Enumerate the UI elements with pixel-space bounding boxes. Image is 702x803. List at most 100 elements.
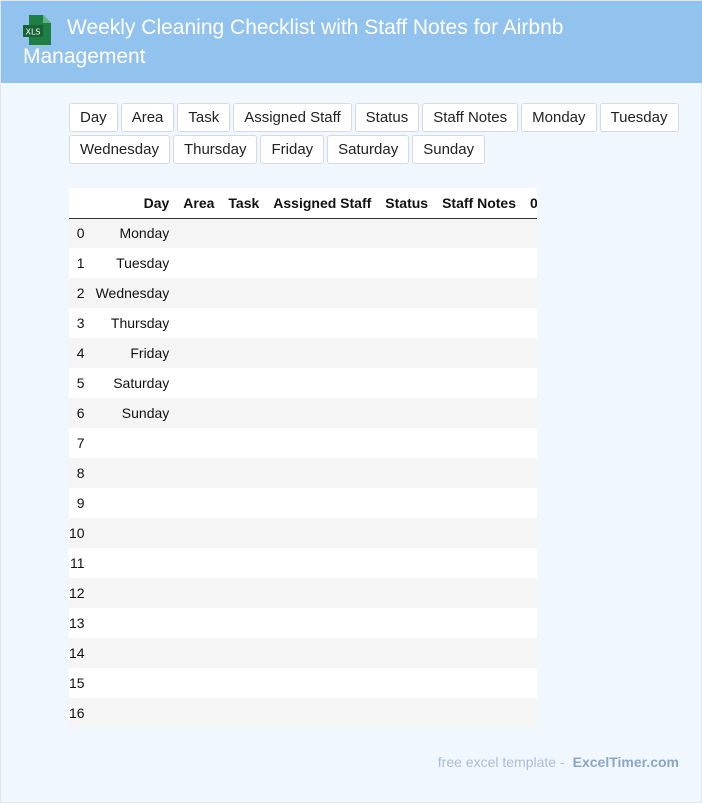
table-cell bbox=[378, 368, 435, 398]
table-row: 1 Tuesday bbox=[69, 248, 537, 278]
table-cell bbox=[89, 488, 177, 518]
column-chip[interactable]: Area bbox=[120, 103, 175, 132]
table-cell bbox=[378, 278, 435, 308]
table-cell bbox=[221, 488, 266, 518]
table-cell bbox=[435, 308, 523, 338]
row-index: 1 bbox=[69, 248, 89, 278]
table-cell bbox=[89, 638, 177, 668]
row-index-label: 15 bbox=[69, 675, 85, 691]
table-cell bbox=[523, 608, 537, 638]
row-index-label: 3 bbox=[76, 315, 85, 331]
table-cell bbox=[435, 248, 523, 278]
table-cell bbox=[266, 488, 378, 518]
table-row: 10 bbox=[69, 518, 537, 548]
table-cell bbox=[378, 428, 435, 458]
table-cell bbox=[221, 308, 266, 338]
table-cell bbox=[435, 638, 523, 668]
table-cell bbox=[378, 458, 435, 488]
data-table: Day Area Task Assigned Staff Status Staff Not… bbox=[69, 188, 537, 728]
row-index: 16 bbox=[69, 698, 89, 728]
table-cell bbox=[221, 458, 266, 488]
row-index: 12 bbox=[69, 578, 89, 608]
column-chip[interactable]: Tuesday bbox=[599, 103, 679, 132]
row-index-label: 10 bbox=[69, 525, 85, 541]
table-cell bbox=[523, 518, 537, 548]
row-index-label: 16 bbox=[69, 705, 85, 721]
column-chip[interactable]: Task bbox=[177, 103, 231, 132]
row-index-label: 4 bbox=[76, 345, 85, 361]
table-row: 3 Thursday bbox=[69, 308, 537, 338]
table-cell bbox=[266, 578, 378, 608]
table-cell bbox=[435, 398, 523, 428]
table-cell bbox=[435, 278, 523, 308]
table-cell: Sunday bbox=[121, 405, 170, 421]
row-index-label: 11 bbox=[70, 555, 85, 571]
column-chip[interactable]: Status bbox=[354, 103, 420, 132]
column-chip[interactable]: Sunday bbox=[412, 135, 486, 164]
table-cell bbox=[176, 308, 221, 338]
column-chip[interactable]: Thursday bbox=[172, 135, 258, 164]
column-chip[interactable]: Assigned Staff bbox=[233, 103, 352, 132]
table-cell bbox=[89, 428, 177, 458]
table-cell bbox=[221, 698, 266, 728]
table-cell bbox=[221, 368, 266, 398]
row-index-label: 2 bbox=[76, 285, 85, 301]
table-cell: Monday bbox=[119, 225, 170, 242]
table-cell bbox=[435, 548, 523, 578]
table-cell bbox=[435, 518, 523, 548]
table-cell bbox=[378, 488, 435, 518]
column-chip[interactable]: Monday bbox=[521, 103, 597, 132]
table-cell bbox=[176, 548, 221, 578]
row-index-label: 7 bbox=[76, 435, 85, 451]
table-cell bbox=[523, 638, 537, 668]
table-cell bbox=[266, 338, 378, 368]
table-cell: Tuesday bbox=[116, 255, 170, 271]
table-cell bbox=[176, 608, 221, 638]
table-cell bbox=[221, 518, 266, 548]
table-cell bbox=[435, 698, 523, 728]
table-cell bbox=[176, 368, 221, 398]
table-row: 14 bbox=[69, 638, 537, 668]
table-cell bbox=[266, 278, 378, 308]
table-cell bbox=[221, 548, 266, 578]
table-cell bbox=[523, 668, 537, 698]
table-cell bbox=[523, 698, 537, 728]
table-cell bbox=[221, 278, 266, 308]
table-cell: Saturday bbox=[113, 375, 170, 391]
table-row: 15 bbox=[69, 668, 537, 698]
table-cell bbox=[221, 338, 266, 368]
table-cell bbox=[523, 368, 537, 398]
column-chip[interactable]: Friday bbox=[260, 135, 325, 164]
column-chip[interactable]: Wednesday bbox=[69, 135, 170, 164]
row-index: 13 bbox=[69, 608, 89, 638]
footer-brand-link[interactable]: ExcelTimer.com bbox=[573, 754, 679, 770]
row-index: 10 bbox=[69, 518, 89, 548]
table-cell bbox=[378, 338, 435, 368]
data-table-container[interactable]: Day Area Task Assigned Staff Status Staff Not… bbox=[69, 188, 537, 729]
table-cell bbox=[176, 278, 221, 308]
table-cell bbox=[523, 548, 537, 578]
column-chip[interactable]: Staff Notes bbox=[422, 103, 519, 132]
table-cell bbox=[435, 218, 523, 248]
table-cell bbox=[523, 218, 537, 248]
table-cell: Friday bbox=[130, 345, 170, 361]
table-cell bbox=[378, 578, 435, 608]
table-cell bbox=[176, 398, 221, 428]
row-index-label: 8 bbox=[76, 465, 85, 481]
row-index: 5 bbox=[69, 368, 89, 398]
row-index-label: 6 bbox=[76, 405, 85, 421]
table-cell bbox=[435, 608, 523, 638]
row-index-label: 0 bbox=[76, 225, 85, 242]
table-cell bbox=[266, 548, 378, 578]
column-chip[interactable]: Saturday bbox=[327, 135, 410, 164]
table-cell bbox=[378, 308, 435, 338]
table-cell bbox=[266, 368, 378, 398]
column-chip[interactable]: Day bbox=[69, 103, 118, 132]
table-cell bbox=[435, 458, 523, 488]
table-cell bbox=[523, 398, 537, 428]
table-cell bbox=[266, 428, 378, 458]
table-cell bbox=[176, 458, 221, 488]
table-cell bbox=[266, 458, 378, 488]
table-cell bbox=[176, 338, 221, 368]
table-cell bbox=[221, 578, 266, 608]
